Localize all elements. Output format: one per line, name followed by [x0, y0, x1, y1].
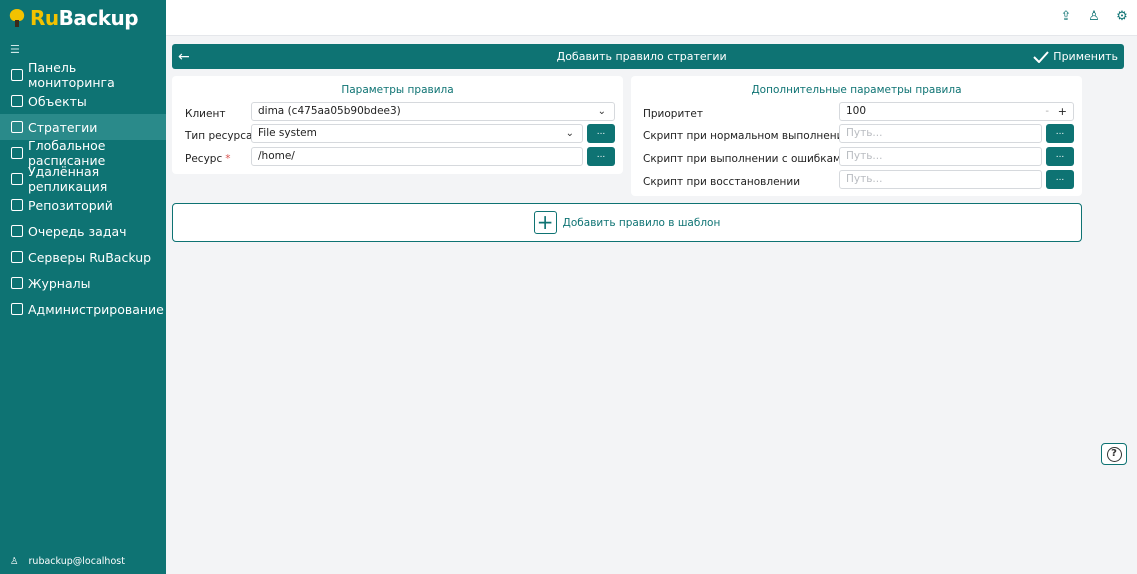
priority-stepper[interactable]: 100 - + — [839, 102, 1074, 121]
resource-label: Ресурс — [185, 152, 223, 165]
page-header: ← Добавить правило стратегии Применить — [172, 44, 1124, 69]
collapse-sidebar-button[interactable]: ☰ — [0, 36, 166, 62]
sidebar-nav: Панель мониторинга Объекты Стратегии Глобал… — [0, 60, 166, 322]
increment-button[interactable]: + — [1058, 103, 1067, 120]
extra-params-panel: Дополнительные параметры правила Приорит… — [631, 76, 1082, 196]
sidebar-item-label: Репозиторий — [28, 197, 113, 213]
resource-type-label: Тип ресурса — [185, 129, 253, 142]
logo: RuBackup — [0, 0, 166, 36]
dashboard-icon — [11, 69, 23, 81]
sidebar-item[interactable]: Объекты — [0, 88, 166, 114]
check-icon — [1033, 50, 1050, 63]
apply-button[interactable]: Применить — [1033, 50, 1118, 63]
script-restore-input[interactable]: Путь... — [839, 170, 1042, 189]
strategy-icon — [11, 121, 23, 133]
sidebar-item-label: Стратегии — [28, 119, 98, 135]
back-button[interactable]: ← — [178, 49, 200, 65]
rubackup-logo-icon — [9, 9, 25, 27]
sidebar-item[interactable]: Панель мониторинга — [0, 60, 166, 90]
chevron-down-icon: ⌄ — [597, 106, 606, 117]
task-queue-icon — [11, 225, 23, 237]
script-normal-placeholder: Путь... — [846, 127, 883, 139]
script-error-label: Скрипт при выполнении с ошибками — [643, 152, 848, 165]
add-rule-label: Добавить правило в шаблон — [562, 216, 721, 229]
user-bar[interactable]: ♙ rubackup@localhost — [0, 548, 166, 574]
resource-type-more-button[interactable]: ... — [587, 124, 615, 143]
script-restore-label: Скрипт при восстановлении — [643, 175, 801, 188]
client-label: Клиент — [185, 107, 226, 120]
resource-type-select[interactable]: File system ⌄ — [251, 124, 583, 143]
sidebar-item[interactable]: Глобальное расписание — [0, 138, 166, 168]
arrow-left-icon: ← — [178, 48, 190, 65]
repository-icon — [11, 199, 23, 211]
logs-icon — [11, 277, 23, 289]
resource-type-value: File system — [258, 127, 317, 139]
sidebar-item-label: Администрирование — [28, 301, 164, 317]
user-icon: ♙ — [10, 555, 19, 567]
sidebar-item[interactable]: Удалённая репликация — [0, 164, 166, 194]
sidebar-item[interactable]: Журналы — [0, 270, 166, 296]
script-normal-label: Скрипт при нормальном выполнении — [643, 129, 851, 142]
admin-icon — [11, 303, 23, 315]
schedule-icon — [11, 147, 23, 159]
add-rule-button[interactable]: + Добавить правило в шаблон — [172, 203, 1082, 242]
help-icon: ? — [1106, 446, 1122, 462]
topbar: ⇪ ♙ ⚙ — [166, 0, 1137, 36]
settings-icon[interactable]: ⚙ — [1115, 10, 1129, 24]
chevron-down-icon: ⌄ — [565, 128, 574, 139]
script-error-placeholder: Путь... — [846, 150, 883, 162]
priority-label: Приоритет — [643, 107, 703, 120]
sidebar-item[interactable]: Стратегии — [0, 114, 166, 140]
monitor-icon — [11, 95, 23, 107]
client-select[interactable]: dima (c475aa05b90bdee3) ⌄ — [251, 102, 615, 121]
sidebar-item-label: Серверы RuBackup — [28, 249, 152, 265]
script-error-input[interactable]: Путь... — [839, 147, 1042, 166]
apply-label: Применить — [1053, 50, 1118, 63]
user-icon[interactable]: ♙ — [1087, 10, 1101, 24]
sidebar-item[interactable]: Очередь задач — [0, 218, 166, 244]
required-marker: * — [225, 152, 231, 165]
priority-value: 100 — [846, 105, 867, 117]
replication-icon — [11, 173, 23, 185]
script-normal-input[interactable]: Путь... — [839, 124, 1042, 143]
username: rubackup@localhost — [28, 555, 125, 567]
resource-input[interactable]: /home/ — [251, 147, 583, 166]
sidebar-item[interactable]: Репозиторий — [0, 192, 166, 218]
sidebar: RuBackup ☰ Панель мониторинга Объекты Стра… — [0, 0, 166, 574]
servers-icon — [11, 251, 23, 263]
rule-params-panel: Параметры правила Клиент dima (c475aa05b… — [172, 76, 623, 174]
script-normal-browse-button[interactable]: ... — [1046, 124, 1074, 143]
resource-value: /home/ — [258, 150, 295, 162]
script-restore-placeholder: Путь... — [846, 173, 883, 185]
upload-icon[interactable]: ⇪ — [1059, 10, 1073, 24]
collapse-icon: ☰ — [10, 42, 20, 56]
resource-browse-button[interactable]: ... — [587, 147, 615, 166]
decrement-button[interactable]: - — [1045, 103, 1049, 120]
sidebar-item-label: Объекты — [28, 93, 87, 109]
script-restore-browse-button[interactable]: ... — [1046, 170, 1074, 189]
sidebar-item-label: Удалённая репликация — [28, 164, 108, 194]
rule-params-title: Параметры правила — [341, 84, 454, 96]
page-title: Добавить правило стратегии — [556, 50, 727, 63]
plus-icon: + — [533, 211, 557, 234]
logo-text: RuBackup — [30, 6, 139, 30]
help-button[interactable]: ? — [1101, 443, 1127, 465]
sidebar-item[interactable]: Серверы RuBackup — [0, 244, 166, 270]
extra-params-title: Дополнительные параметры правила — [751, 84, 962, 96]
script-error-browse-button[interactable]: ... — [1046, 147, 1074, 166]
sidebar-item-label: Журналы — [28, 275, 91, 291]
sidebar-item-label: Очередь задач — [28, 223, 127, 239]
sidebar-item[interactable]: Администрирование — [0, 296, 166, 322]
client-value: dima (c475aa05b90bdee3) — [258, 105, 401, 117]
sidebar-item-label: Панель мониторинга — [28, 60, 115, 90]
